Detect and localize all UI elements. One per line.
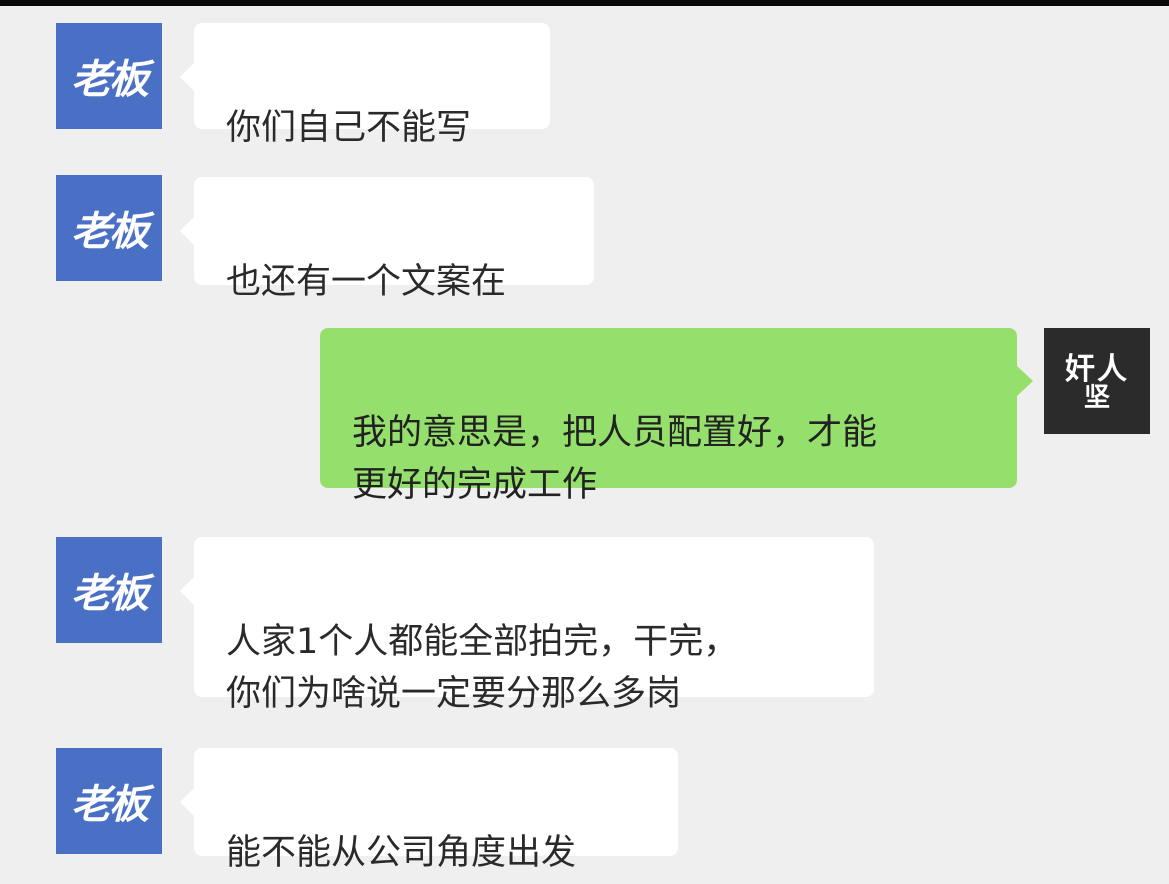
- message-text: 人家1个人都能全部拍完，干完， 你们为啥说一定要分那么多岗: [226, 622, 739, 714]
- message-text: 能不能从公司角度出发: [226, 833, 577, 873]
- message-bubble-incoming[interactable]: 人家1个人都能全部拍完，干完， 你们为啥说一定要分那么多岗: [180, 537, 874, 714]
- message-bubble-incoming[interactable]: 也还有一个文案在: [180, 177, 594, 302]
- message-text: 我的意思是，把人员配置好，才能 更好的完成工作: [352, 413, 878, 505]
- chat-message-list[interactable]: 老板 你们自己不能写 老板 也还有一个文案在 我的意思是，把人员配置好，才能 更…: [0, 6, 1169, 884]
- boss-avatar-label: 老板: [71, 781, 149, 828]
- message-bubble-incoming[interactable]: 你们自己不能写: [180, 23, 550, 148]
- self-avatar-label-line1: 奸人: [1065, 351, 1129, 387]
- boss-avatar-label: 老板: [71, 208, 149, 255]
- boss-avatar-label: 老板: [71, 570, 149, 617]
- message-bubble-outgoing[interactable]: 我的意思是，把人员配置好，才能 更好的完成工作: [320, 328, 1033, 505]
- boss-avatar[interactable]: 老板: [56, 23, 162, 129]
- self-avatar[interactable]: 奸人 坚: [1044, 328, 1150, 434]
- message-text: 你们自己不能写: [226, 108, 472, 148]
- boss-avatar[interactable]: 老板: [56, 748, 162, 854]
- boss-avatar[interactable]: 老板: [56, 175, 162, 281]
- message-bubble-incoming[interactable]: 能不能从公司角度出发: [180, 748, 678, 873]
- boss-avatar-label: 老板: [71, 56, 149, 103]
- boss-avatar[interactable]: 老板: [56, 537, 162, 643]
- self-avatar-label-line2: 坚: [1083, 383, 1110, 414]
- message-text: 也还有一个文案在: [226, 262, 507, 302]
